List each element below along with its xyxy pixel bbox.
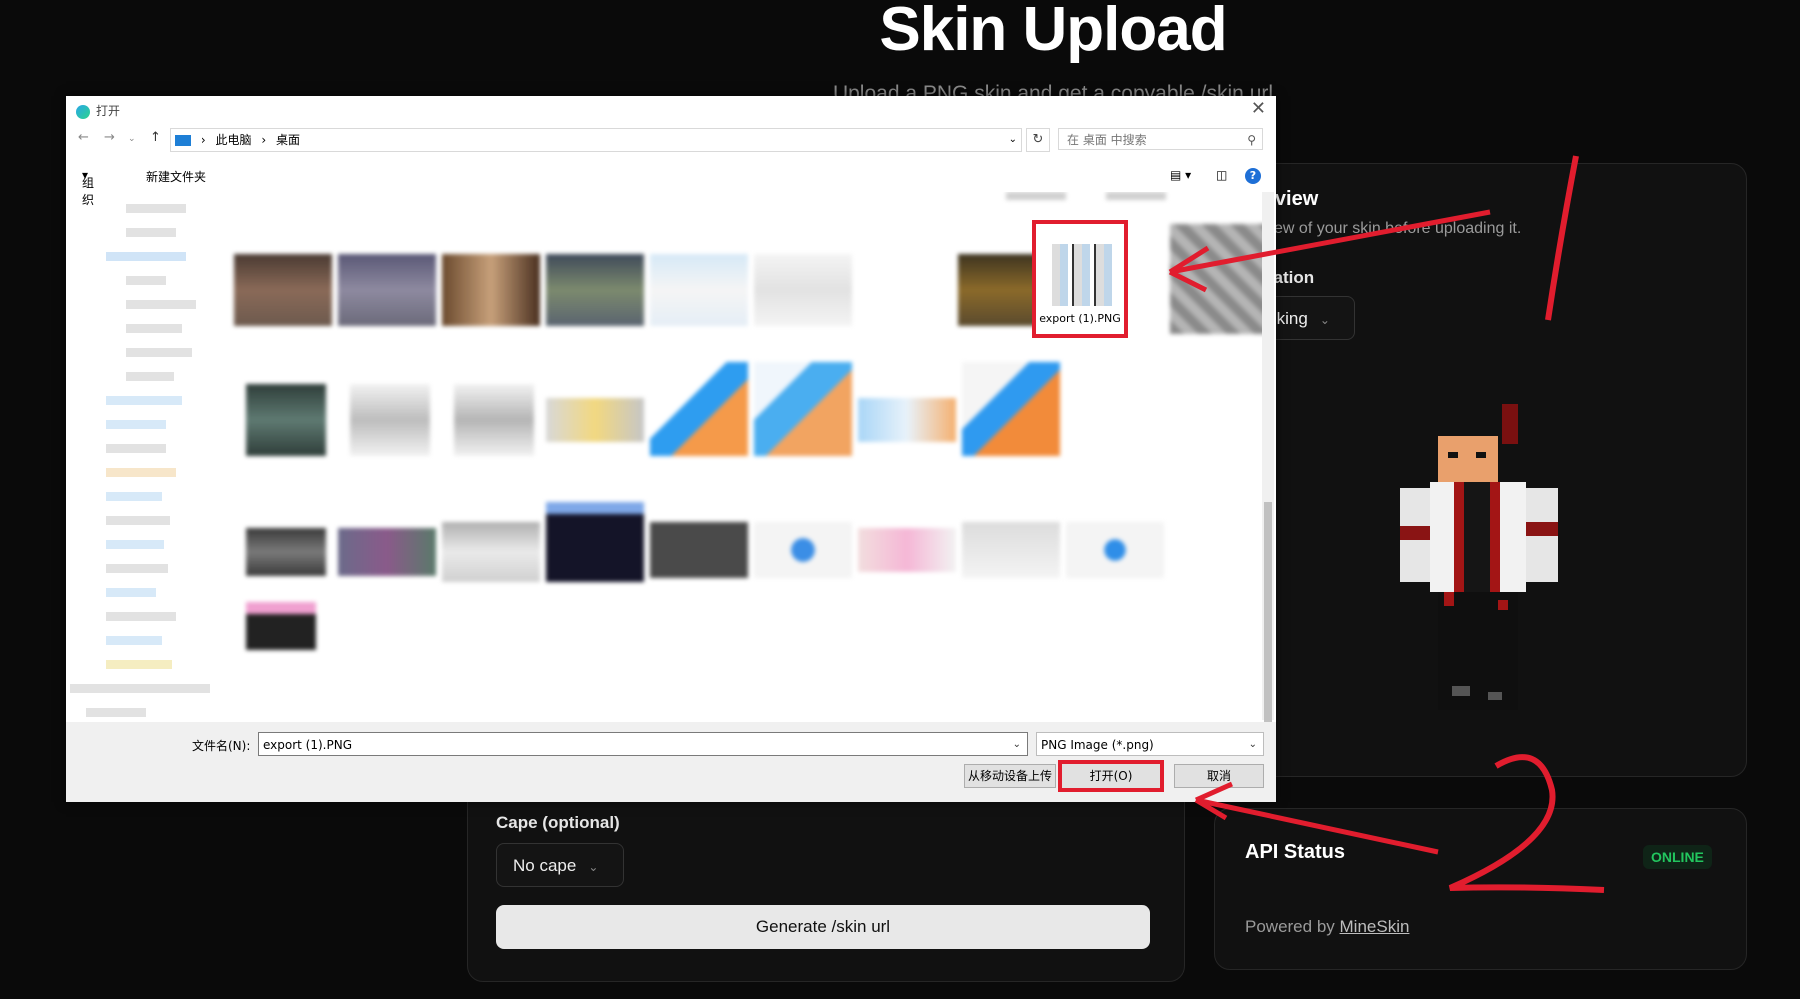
- search-input[interactable]: 在 桌面 中搜索 ⚲: [1058, 128, 1263, 150]
- chevron-down-icon: ⌄: [1248, 739, 1257, 750]
- search-placeholder: 在 桌面 中搜索: [1067, 133, 1147, 147]
- skin-stripe-left: [1454, 482, 1464, 592]
- skin-shirt: [1464, 482, 1490, 592]
- file-thumbnail[interactable]: [350, 384, 430, 456]
- skin-eye-left: [1448, 452, 1458, 458]
- file-thumbnail[interactable]: [962, 522, 1060, 578]
- refresh-icon[interactable]: ↻: [1026, 128, 1050, 152]
- chevron-down-icon[interactable]: ⌄: [1013, 733, 1021, 757]
- skin-3d-preview[interactable]: [1398, 396, 1568, 716]
- filename-value: export (1).PNG: [263, 738, 353, 752]
- file-thumbnail[interactable]: [650, 522, 748, 578]
- selected-file-tile[interactable]: export (1).PNG: [1032, 220, 1128, 338]
- file-thumbnail[interactable]: [338, 528, 436, 576]
- file-thumbnail[interactable]: [858, 528, 956, 572]
- generate-button[interactable]: Generate /skin url: [496, 905, 1150, 949]
- file-thumbnail[interactable]: [754, 522, 852, 578]
- dialog-toolbar: 组织 ▾ 新建文件夹 ▤ ▾ ◫ ?: [66, 162, 1276, 207]
- skin-stripe-right: [1490, 482, 1500, 592]
- status-badge: ONLINE: [1643, 845, 1712, 869]
- view-options-icon[interactable]: ▤ ▾: [1170, 168, 1191, 182]
- back-arrow-icon[interactable]: ←: [78, 130, 89, 145]
- file-thumbnail[interactable]: [546, 254, 644, 326]
- file-thumbnail[interactable]: [546, 398, 644, 442]
- skin-arm-right-band: [1526, 522, 1558, 536]
- navigation-pane[interactable]: [66, 192, 226, 720]
- file-thumbnail[interactable]: [650, 362, 748, 456]
- browser-app-icon: [76, 104, 90, 119]
- file-open-dialog: 打开 ✕ ← → ⌄ ↑ › 此电脑 › 桌面 ⌄ ↻ 在 桌面 中搜索 ⚲ 组…: [66, 96, 1276, 802]
- filename-label: 文件名(N):: [192, 739, 251, 753]
- up-arrow-icon[interactable]: ↑: [150, 130, 161, 145]
- filetype-select[interactable]: PNG Image (*.png) ⌄: [1036, 732, 1264, 756]
- skin-shoe-right: [1488, 692, 1502, 700]
- new-folder-button[interactable]: 新建文件夹: [146, 168, 206, 185]
- file-thumbnail: [1052, 244, 1114, 306]
- filetype-value: PNG Image (*.png): [1041, 738, 1154, 752]
- chevron-down-icon: ⌄: [1319, 313, 1330, 327]
- page-title: Skin Upload: [879, 0, 1227, 64]
- chevron-down-icon[interactable]: ⌄: [1009, 129, 1017, 151]
- filename-input[interactable]: export (1).PNG ⌄: [258, 732, 1028, 756]
- file-thumbnail[interactable]: [338, 254, 436, 326]
- cancel-button[interactable]: 取消: [1174, 764, 1264, 788]
- search-icon: ⚲: [1247, 133, 1256, 147]
- skin-shoe-left: [1452, 686, 1470, 696]
- chevron-down-icon: ⌄: [588, 860, 599, 874]
- file-thumbnail[interactable]: [754, 362, 852, 456]
- file-thumbnail[interactable]: [1066, 522, 1164, 578]
- file-thumbnail[interactable]: [546, 502, 644, 582]
- file-thumbnail[interactable]: [454, 384, 534, 456]
- file-caption: [1106, 192, 1166, 200]
- skin-eye-right: [1476, 452, 1486, 458]
- file-thumbnail[interactable]: [1170, 224, 1268, 334]
- api-status-title: API Status: [1245, 841, 1346, 863]
- upload-from-mobile-button[interactable]: 从移动设备上传: [964, 764, 1056, 788]
- navigation-bar: ← → ⌄ ↑ › 此电脑 › 桌面 ⌄ ↻ 在 桌面 中搜索 ⚲: [66, 126, 1276, 154]
- dialog-title: 打开: [96, 104, 121, 118]
- organize-menu[interactable]: 组织 ▾: [82, 168, 94, 207]
- scrollbar-thumb[interactable]: [1264, 502, 1272, 722]
- close-icon[interactable]: ✕: [1251, 98, 1266, 119]
- mineskin-link[interactable]: MineSkin: [1340, 917, 1410, 936]
- file-thumbnail[interactable]: [962, 362, 1060, 456]
- file-thumbnail[interactable]: [246, 384, 326, 456]
- powered-prefix: Powered by: [1245, 917, 1335, 936]
- file-thumbnail[interactable]: [246, 528, 326, 576]
- breadcrumb-this-pc[interactable]: 此电脑: [215, 133, 251, 147]
- path-separator-icon: ›: [200, 133, 206, 147]
- file-thumbnail[interactable]: [442, 522, 540, 582]
- help-icon[interactable]: ?: [1245, 168, 1261, 184]
- skin-arm-left-band: [1400, 526, 1430, 540]
- breadcrumb-desktop[interactable]: 桌面: [276, 133, 300, 147]
- file-thumbnail[interactable]: [246, 602, 316, 650]
- file-thumbnail[interactable]: [754, 254, 852, 326]
- open-button[interactable]: 打开(O): [1058, 760, 1164, 792]
- cape-select-value: No cape: [513, 856, 577, 875]
- powered-by: Powered by MineSkin: [1245, 917, 1409, 937]
- preview-pane-icon[interactable]: ◫: [1216, 168, 1227, 182]
- skin-face: [1438, 436, 1498, 482]
- skin-leg-accent-right: [1498, 600, 1508, 610]
- skin-leg-accent-left: [1444, 592, 1454, 606]
- file-thumbnail[interactable]: [442, 254, 540, 326]
- file-thumbnail[interactable]: [650, 254, 748, 326]
- dialog-titlebar: 打开: [76, 102, 120, 119]
- file-caption: [1006, 192, 1066, 200]
- dialog-footer: 文件名(N): export (1).PNG ⌄ PNG Image (*.pn…: [66, 722, 1276, 802]
- cape-select[interactable]: No cape ⌄: [496, 843, 624, 887]
- file-thumbnail[interactable]: [858, 398, 956, 442]
- file-thumbnail[interactable]: [234, 254, 332, 326]
- api-status-card: API Status ONLINE Powered by MineSkin: [1214, 808, 1747, 970]
- cape-label: Cape (optional): [496, 813, 620, 832]
- file-list-scrollbar[interactable]: [1262, 192, 1274, 722]
- skin-hair-accent: [1502, 404, 1518, 444]
- selected-file-name: export (1).PNG: [1039, 312, 1121, 325]
- forward-arrow-icon[interactable]: →: [104, 130, 115, 145]
- recent-locations-icon[interactable]: ⌄: [128, 134, 136, 144]
- path-separator-icon: ›: [261, 133, 267, 147]
- address-bar[interactable]: › 此电脑 › 桌面 ⌄: [170, 128, 1022, 152]
- file-list[interactable]: [226, 192, 1320, 720]
- computer-icon: [175, 135, 191, 146]
